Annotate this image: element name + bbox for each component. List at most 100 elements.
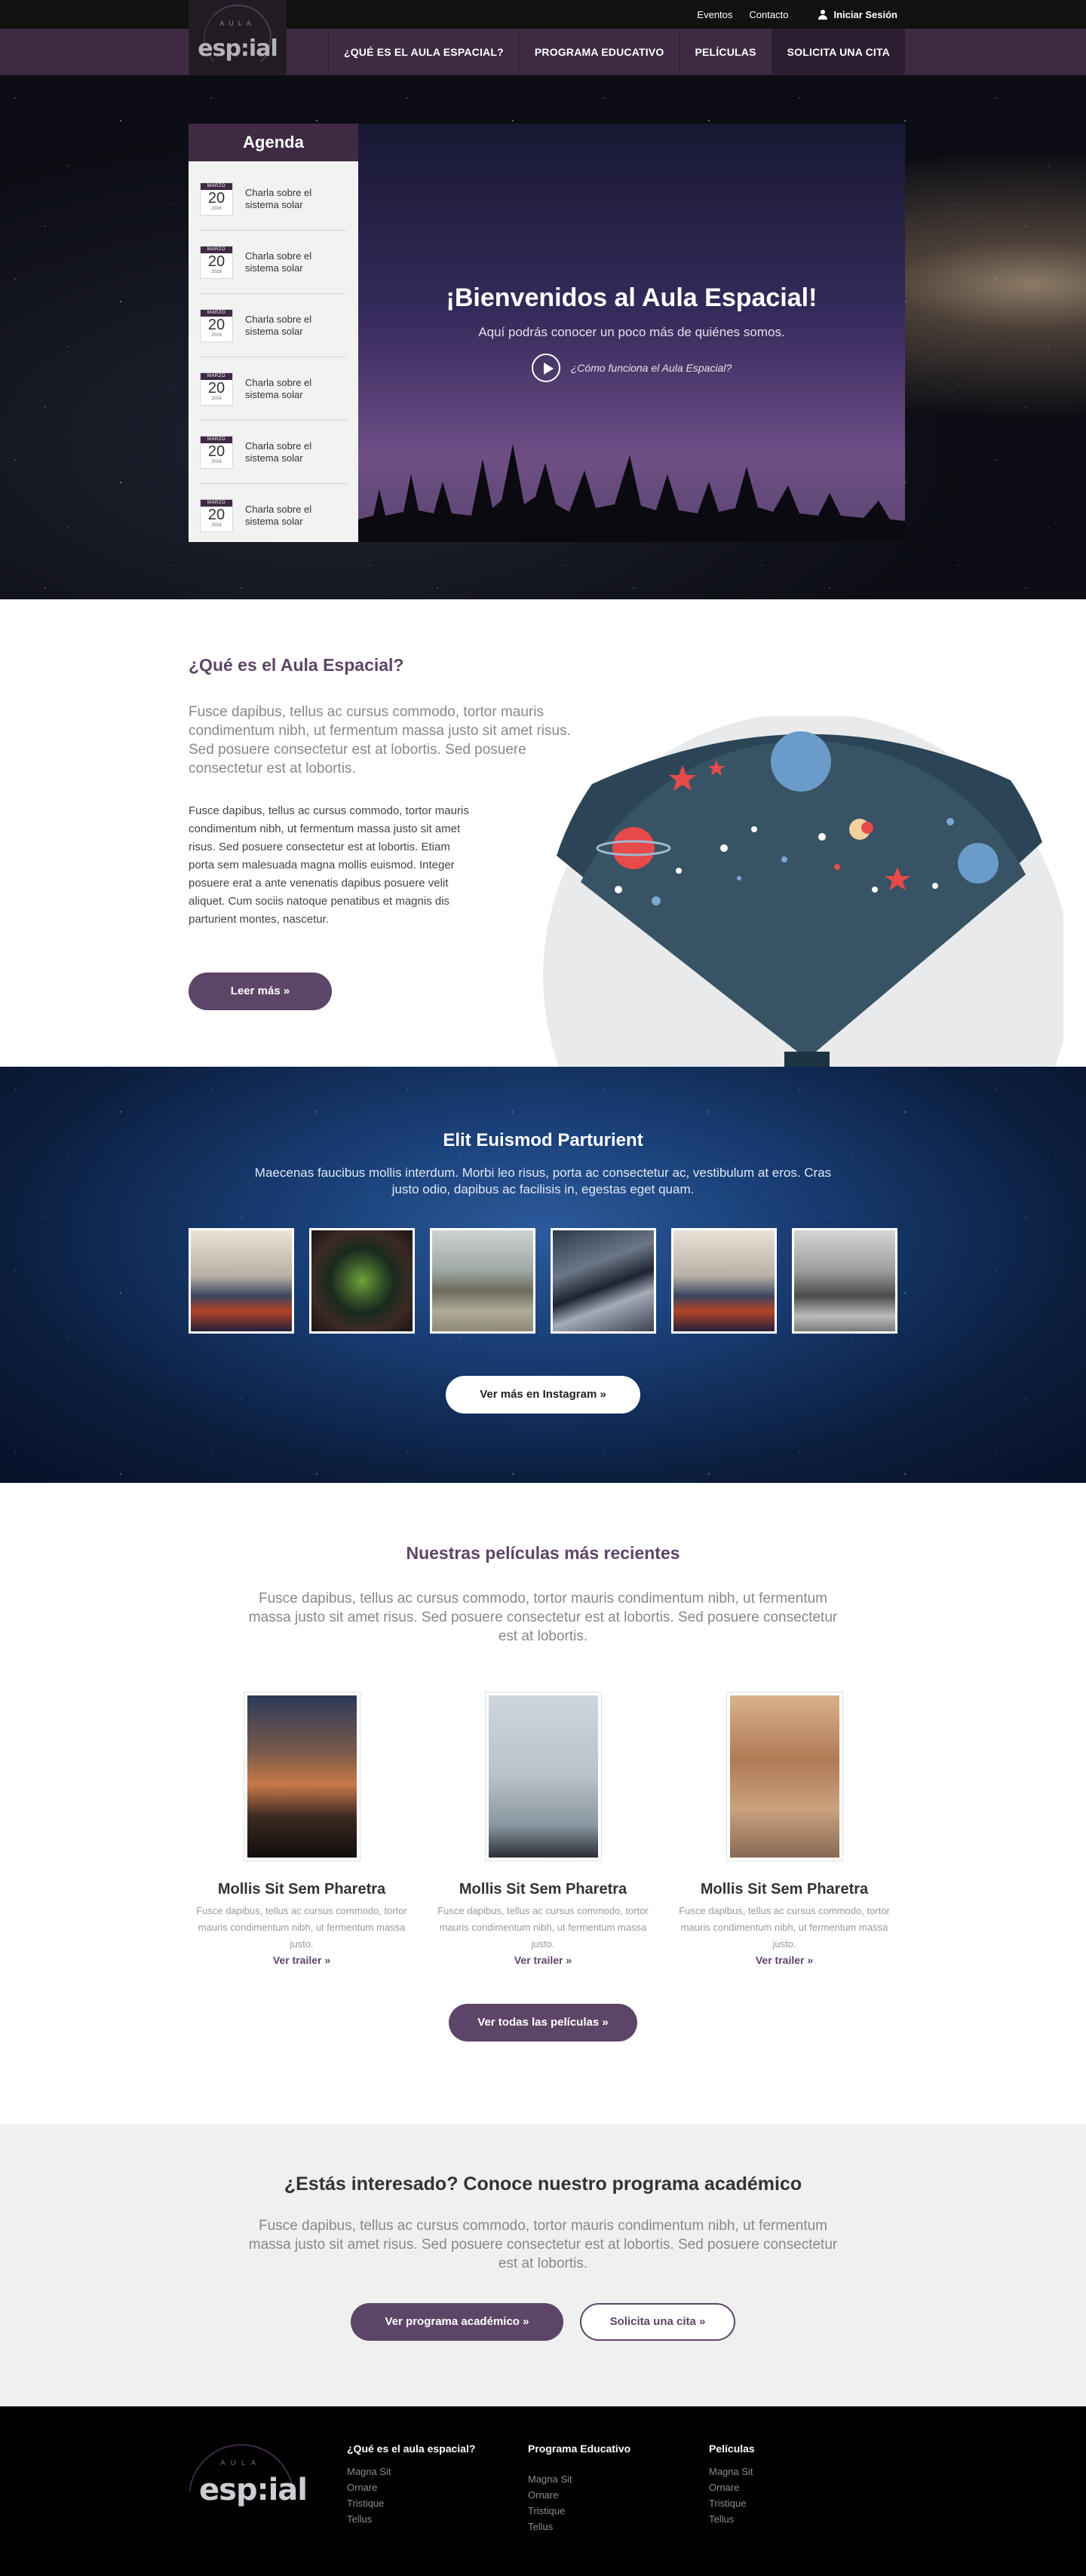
hero-subtitle: Aquí podrás conocer un poco más de quién… — [478, 325, 785, 339]
all-movies-button[interactable]: Ver todas las películas » — [449, 2004, 637, 2042]
appointment-button[interactable]: Solicita una cita » — [580, 2303, 735, 2341]
footer-link[interactable]: Tellus — [528, 2519, 709, 2535]
cta-section: ¿Estás interesado? Conoce nuestro progra… — [0, 2124, 1086, 2406]
play-icon[interactable] — [531, 354, 560, 382]
user-icon — [818, 9, 828, 20]
agenda-item-title: Charla sobre el sistema solar — [245, 376, 312, 400]
about-section: ¿Qué es el Aula Espacial? Fusce dapibus,… — [0, 599, 1086, 1067]
agenda-item[interactable]: MARZO 20 2016 Charla sobre el sistema solar — [200, 167, 347, 231]
calendar-icon: MARZO 20 2016 — [200, 372, 233, 406]
program-button[interactable]: Ver programa académico » — [351, 2303, 563, 2341]
logo-sub: AULA — [219, 20, 256, 27]
hero-section: Agenda MARZO 20 2016 Charla sobre el sistem… — [0, 75, 1086, 599]
footer-link[interactable]: Tristique — [709, 2495, 890, 2511]
calendar-icon: MARZO 20 2016 — [200, 308, 233, 342]
agenda-list: MARZO 20 2016 Charla sobre el sistema solar… — [189, 161, 358, 547]
agenda-item-title: Charla sobre el sistema solar — [245, 440, 312, 464]
footer-column: Películas Magna Sit Ornare Tristique Tel… — [709, 2443, 890, 2535]
planetarium-illustration — [543, 716, 1063, 1067]
movie-title: Mollis Sit Sem Pharetra — [459, 1881, 627, 1898]
agenda-panel: Agenda MARZO 20 2016 Charla sobre el sistem… — [189, 124, 358, 542]
calendar-icon: MARZO 20 2016 — [200, 435, 233, 469]
nav-item-que-es[interactable]: ¿QUÉ ES EL AULA ESPACIAL? — [327, 29, 519, 75]
movie-title: Mollis Sit Sem Pharetra — [700, 1881, 869, 1898]
main-navbar: AULA esp:ial ¿QUÉ ES EL AULA ESPACIAL? P… — [0, 0, 1086, 75]
footer-link[interactable]: Magna Sit — [347, 2464, 528, 2480]
agenda-item[interactable]: MARZO 20 2016 Charla sobre el sistema solar — [200, 484, 347, 547]
movie-description: Fusce dapibus, tellus ac cursus commodo,… — [679, 1905, 890, 1950]
top-link-contacto[interactable]: Contacto — [749, 9, 788, 20]
calendar-icon: MARZO 20 2016 — [200, 182, 233, 216]
agenda-item[interactable]: MARZO 20 2016 Charla sobre el sistema solar — [200, 357, 347, 421]
calendar-icon: MARZO 20 2016 — [200, 499, 233, 532]
agenda-item-title: Charla sobre el sistema solar — [245, 250, 312, 274]
footer-column: ¿Qué es el aula espacial? Magna Sit Orna… — [347, 2443, 528, 2535]
instagram-photo[interactable] — [189, 1228, 294, 1334]
cta-title: ¿Estás interesado? Conoce nuestro progra… — [284, 2173, 802, 2195]
footer-column-title: ¿Qué es el aula espacial? — [347, 2443, 476, 2455]
footer-link[interactable]: Ornare — [528, 2487, 709, 2503]
footer-link[interactable]: Ornare — [709, 2480, 890, 2495]
video-link-label: ¿Cómo funciona el Aula Espacial? — [570, 362, 732, 374]
instagram-gallery — [189, 1228, 897, 1334]
footer-logo-text: esp:ial — [199, 2473, 308, 2507]
video-link[interactable]: ¿Cómo funciona el Aula Espacial? — [358, 354, 905, 382]
agenda-item[interactable]: MARZO 20 2016 Charla sobre el sistema solar — [200, 231, 347, 294]
agenda-item[interactable]: MARZO 20 2016 Charla sobre el sistema solar — [200, 421, 347, 484]
agenda-item-title: Charla sobre el sistema solar — [245, 186, 312, 210]
footer-link[interactable]: Magna Sit — [528, 2471, 709, 2487]
about-body: Fusce dapibus, tellus ac cursus commodo,… — [189, 804, 469, 926]
instagram-photo[interactable] — [792, 1228, 897, 1334]
site-footer: AULA esp:ial ¿Qué es el aula espacial? M… — [0, 2406, 1086, 2576]
footer-logo[interactable]: AULA esp:ial — [189, 2443, 347, 2525]
instagram-text: Maecenas faucibus mollis interdum. Morbi… — [254, 1165, 832, 1196]
calendar-icon: MARZO 20 2016 — [200, 245, 233, 279]
nav-item-programa[interactable]: PROGRAMA EDUCATIVO — [518, 29, 680, 75]
movie-card: Mollis Sit Sem Pharetra Fusce dapibus, t… — [671, 1680, 897, 1968]
movie-poster[interactable] — [726, 1692, 843, 1861]
movie-poster[interactable] — [484, 1692, 602, 1861]
footer-link[interactable]: Ornare — [347, 2480, 528, 2495]
trailer-link[interactable]: Ver trailer » — [273, 1954, 330, 1966]
instagram-section: Elit Euismod Parturient Maecenas faucibu… — [0, 1067, 1086, 1483]
footer-column-title: Películas — [709, 2443, 755, 2455]
footer-link[interactable]: Tristique — [528, 2503, 709, 2519]
instagram-button[interactable]: Ver más en Instagram » — [446, 1376, 640, 1414]
instagram-photo[interactable] — [309, 1228, 415, 1334]
movie-card: Mollis Sit Sem Pharetra Fusce dapibus, t… — [189, 1680, 415, 1968]
instagram-photo[interactable] — [671, 1228, 777, 1334]
top-utility-bar: Eventos Contacto Iniciar Sesión — [0, 0, 1086, 29]
login-link[interactable]: Iniciar Sesión — [818, 9, 897, 20]
login-label: Iniciar Sesión — [833, 8, 897, 20]
movie-poster[interactable] — [243, 1692, 360, 1861]
footer-link[interactable]: Tellus — [347, 2511, 528, 2527]
instagram-photo[interactable] — [430, 1228, 535, 1334]
agenda-item[interactable]: MARZO 20 2016 Charla sobre el sistema solar — [200, 294, 347, 357]
about-title: ¿Qué es el Aula Espacial? — [189, 655, 404, 675]
movies-lead: Fusce dapibus, tellus ac cursus commodo,… — [248, 1591, 838, 1644]
tree-silhouette — [358, 444, 905, 542]
read-more-button[interactable]: Leer más » — [189, 973, 332, 1010]
instagram-title: Elit Euismod Parturient — [443, 1130, 643, 1150]
movies-title: Nuestras películas más recientes — [406, 1543, 680, 1563]
footer-column-title: Programa Educativo — [528, 2443, 631, 2455]
site-logo[interactable]: AULA esp:ial — [189, 0, 287, 75]
nav-item-peliculas[interactable]: PELÍCULAS — [679, 29, 771, 75]
nav-item-solicita[interactable]: SOLICITA UNA CITA — [771, 29, 905, 75]
agenda-item-title: Charla sobre el sistema solar — [245, 313, 312, 337]
trailer-link[interactable]: Ver trailer » — [514, 1954, 572, 1966]
movie-description: Fusce dapibus, tellus ac cursus commodo,… — [437, 1905, 649, 1950]
trailer-link[interactable]: Ver trailer » — [756, 1954, 813, 1966]
footer-link[interactable]: Tellus — [709, 2511, 890, 2527]
hero-title: ¡Bienvenidos al Aula Espacial! — [446, 283, 818, 312]
footer-link[interactable]: Tristique — [347, 2495, 528, 2511]
footer-link[interactable]: Magna Sit — [709, 2464, 890, 2480]
movie-description: Fusce dapibus, tellus ac cursus commodo,… — [196, 1905, 407, 1950]
agenda-item-title: Charla sobre el sistema solar — [245, 504, 312, 527]
top-link-eventos[interactable]: Eventos — [697, 9, 732, 20]
movies-section: Nuestras películas más recientes Fusce d… — [0, 1483, 1086, 2124]
main-nav: ¿QUÉ ES EL AULA ESPACIAL? PROGRAMA EDUCA… — [327, 29, 905, 75]
movie-cards: Mollis Sit Sem Pharetra Fusce dapibus, t… — [189, 1680, 897, 1968]
footer-logo-sub: AULA — [220, 2459, 262, 2467]
instagram-photo[interactable] — [551, 1228, 656, 1334]
